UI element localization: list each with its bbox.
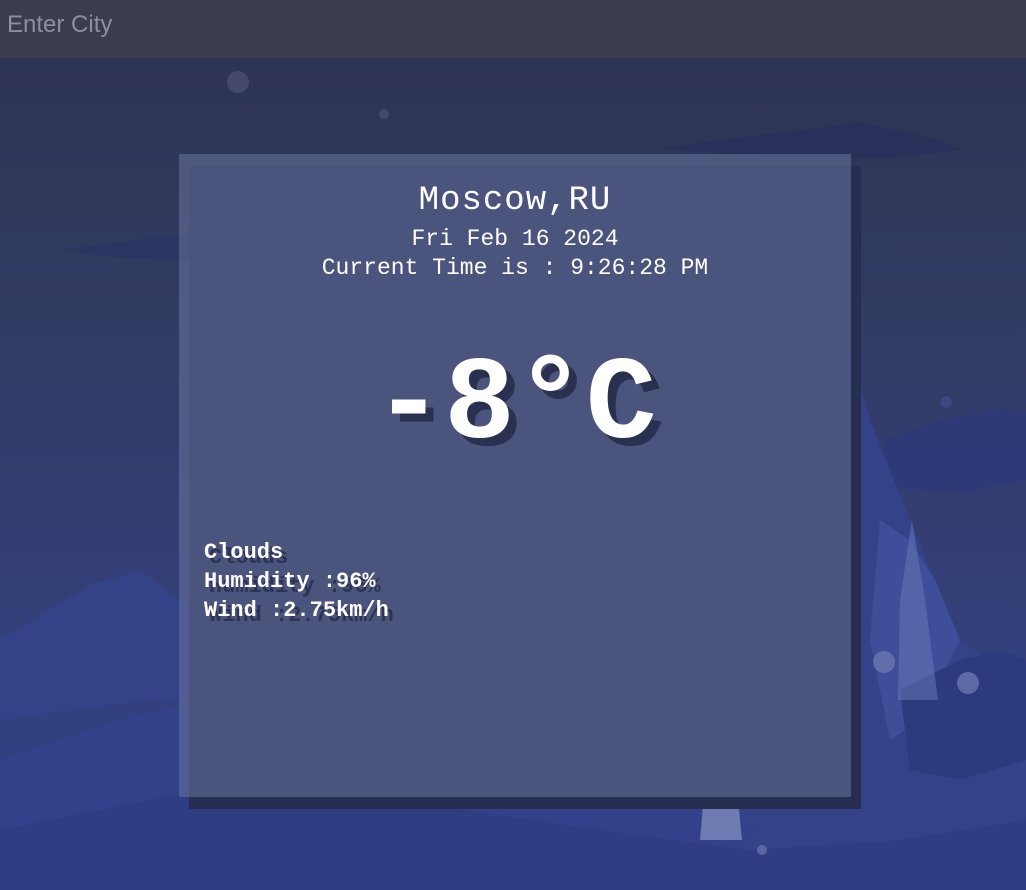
temperature-display: -8°C — [373, 340, 657, 473]
current-date: Fri Feb 16 2024 — [411, 226, 619, 252]
humidity-value: Humidity :96% — [204, 569, 376, 594]
search-bar — [0, 0, 1026, 58]
current-time-row: Current Time is : 9:26:28 PM — [179, 254, 851, 282]
weather-details: Clouds Humidity :96% Wind :2.75km/h — [204, 538, 389, 625]
weather-condition: Clouds — [204, 540, 284, 565]
current-time-label: Current Time is : — [321, 255, 571, 281]
city-name: Moscow,RU — [418, 182, 612, 220]
city-search-input[interactable] — [0, 0, 1026, 50]
current-time-value: 9:26:28 PM — [570, 255, 709, 281]
wind-value: Wind :2.75km/h — [204, 598, 389, 623]
weather-card: Moscow,RU Fri Feb 16 2024 Current Time i… — [179, 154, 851, 797]
